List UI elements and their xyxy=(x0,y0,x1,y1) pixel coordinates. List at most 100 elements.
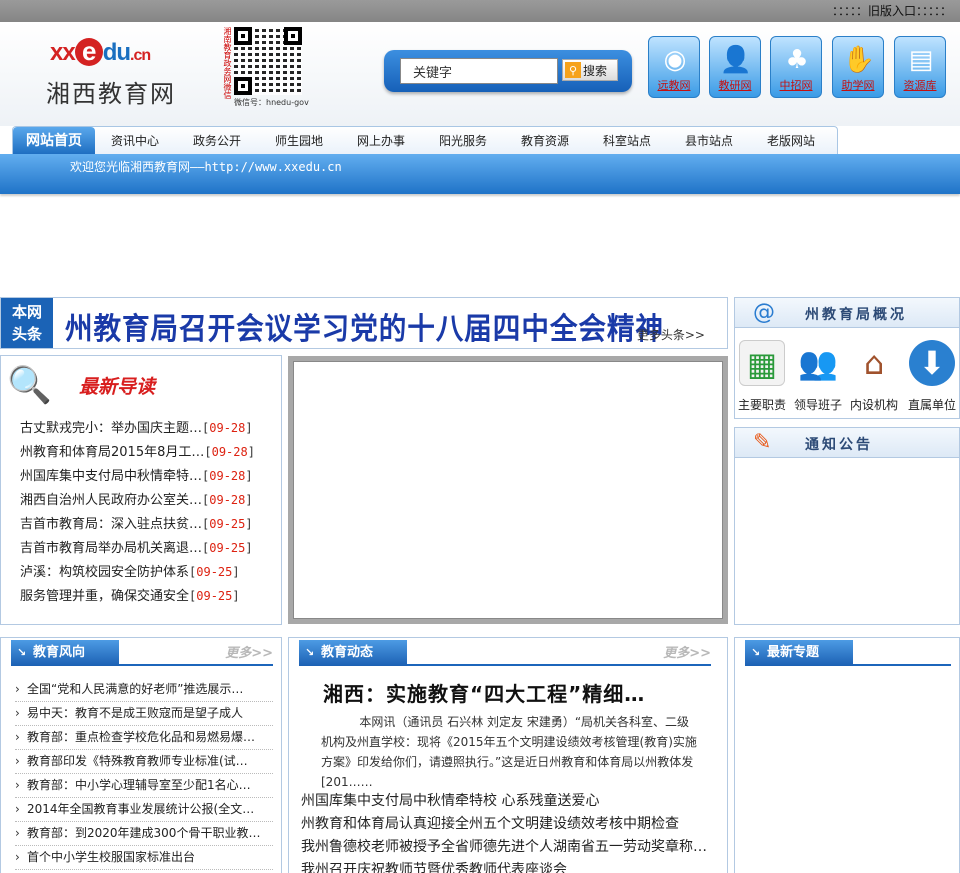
list-item[interactable]: 服务管理并重，确保交通安全09-25 xyxy=(20,584,255,608)
list-item[interactable]: 我州召开庆祝教师节暨优秀教师代表座谈会 xyxy=(301,859,707,873)
list-item[interactable]: 教育部印发《特殊教育教师专业标准(试… xyxy=(15,750,273,774)
item-text: 服务管理并重，确保交通安全 xyxy=(20,589,190,604)
headline-tag: 本网 头条 xyxy=(1,298,53,348)
list-item[interactable]: 全国“党和人民满意的好老师”推选展示… xyxy=(15,678,273,702)
helping-hand-icon: ✋ xyxy=(842,45,876,75)
bureau-departments[interactable]: ⌂ 内设机构 xyxy=(847,340,901,413)
more-headlines-link[interactable]: 更多头条>> xyxy=(637,326,705,343)
nav-news-center[interactable]: 资讯中心 xyxy=(99,127,171,155)
list-item[interactable]: 2014年全国教育事业发展统计公报(全文… xyxy=(15,798,273,822)
quick-link-enrollment[interactable]: ♣ 中招网 xyxy=(770,36,822,98)
bureau-leadership[interactable]: 👥 领导班子 xyxy=(791,340,845,413)
bureau-item-label: 领导班子 xyxy=(793,398,842,412)
house-icon: ⌂ xyxy=(863,344,885,382)
item-text: 吉首市教育局：深入驻点扶贫… xyxy=(20,517,203,532)
special-topics-tab[interactable]: 最新专题 xyxy=(745,640,853,666)
list-item[interactable]: 教育部：重点检查学校危化品和易燃易爆… xyxy=(15,726,273,750)
welcome-text: 欢迎您光临湘西教育网——http://www.xxedu.cn xyxy=(70,160,342,174)
list-item[interactable]: 州教育和体育局2015年8月工…09-28 xyxy=(20,440,255,464)
bureau-overview-header: @ 州教育局概况 xyxy=(735,298,959,328)
image-slideshow[interactable] xyxy=(288,356,728,624)
email-icon: @ xyxy=(753,300,775,325)
nav-gov-affairs[interactable]: 政务公开 xyxy=(181,127,253,155)
notice-title: 通知公告 xyxy=(805,437,873,453)
bureau-affiliates[interactable]: ⬇ 直属单位 xyxy=(905,340,959,413)
page: ：：：：：旧版入口：：：：： xx e du.cn 湘西教育网 湘南教育政务网微信 … xyxy=(0,0,960,873)
list-item[interactable]: 州国库集中支付局中秋情牵特…09-28 xyxy=(20,464,255,488)
qr-corner-icon xyxy=(234,27,252,45)
logo-e: e xyxy=(74,38,103,66)
quick-link-student-aid[interactable]: ✋ 助学网 xyxy=(832,36,884,98)
nav-county-sites[interactable]: 县市站点 xyxy=(673,127,745,155)
bureau-duties[interactable]: ▦ 主要职责 xyxy=(735,340,789,413)
bureau-item-label: 主要职责 xyxy=(737,398,786,412)
logo-xx: xx xyxy=(50,39,76,66)
quick-link-resources[interactable]: ▤ 资源库 xyxy=(894,36,946,98)
list-item[interactable]: 吉首市教育局：深入驻点扶贫…09-25 xyxy=(20,512,255,536)
old-version-link[interactable]: ：：：：：旧版入口：：：：： xyxy=(832,2,952,19)
latest-reading-panel: 🔍 最新导读 古丈默戎完小：举办国庆主题…09-28 州教育和体育局2015年8… xyxy=(0,355,282,625)
list-item[interactable]: 教育部：中小学心理辅导室至少配1名心… xyxy=(15,774,273,798)
edu-news-panel: 教育动态 更多>> 湘西：实施教育“四大工程”精细… 本网讯（通讯员 石兴林 刘… xyxy=(288,637,728,873)
nav-online-service[interactable]: 网上办事 xyxy=(345,127,417,155)
logo-cn: .cn xyxy=(130,47,151,64)
logo-domain: xx e du.cn xyxy=(50,38,151,67)
headline-bar: 本网 头条 州教育局召开会议学习党的十八届四中全会精神 更多头条>> xyxy=(0,297,728,349)
tree-icon: ♣ xyxy=(785,45,809,75)
nav-home[interactable]: 网站首页 xyxy=(13,127,95,155)
search-button[interactable]: ⚲ 搜索 xyxy=(562,59,618,81)
list-item[interactable]: 易中天：教育不是成王败寇而是望子成人 xyxy=(15,702,273,726)
download-icon: ⬇ xyxy=(909,340,955,386)
headline-tag-line: 本网 xyxy=(11,303,42,321)
people-icon: 👥 xyxy=(798,344,838,382)
item-date: 09-25 xyxy=(202,541,253,555)
item-text: 州教育和体育局2015年8月工… xyxy=(20,445,205,460)
logo-du: du xyxy=(102,39,131,66)
list-item[interactable]: 吉首市教育局举办局机关离退…09-25 xyxy=(20,536,255,560)
welcome-banner: 欢迎您光临湘西教育网——http://www.xxedu.cn xyxy=(0,154,960,194)
special-topics-header: 最新专题 xyxy=(745,638,951,666)
nav-sunshine-service[interactable]: 阳光服务 xyxy=(427,127,499,155)
list-item[interactable]: 州国库集中支付局中秋情牵特校 心系残童送爱心 xyxy=(301,790,707,813)
quick-link-label: 资源库 xyxy=(903,79,937,92)
edu-news-more-link[interactable]: 更多>> xyxy=(663,642,711,661)
list-item[interactable]: 泸溪：构筑校园安全防护体系09-25 xyxy=(20,560,255,584)
quick-link-remote-edu[interactable]: ◉ 远教网 xyxy=(648,36,700,98)
item-text: 泸溪：构筑校园安全防护体系 xyxy=(20,565,190,580)
qr-corner-icon xyxy=(284,27,302,45)
nav-teacher-student[interactable]: 师生园地 xyxy=(263,127,335,155)
nav-dept-sites[interactable]: 科室站点 xyxy=(591,127,663,155)
bureau-overview-panel: @ 州教育局概况 ▦ 主要职责 👥 领导班子 ⌂ 内设机构 ⬇ 直属单位 xyxy=(734,297,960,419)
edu-news-tab[interactable]: 教育动态 xyxy=(299,640,407,666)
list-item[interactable]: 古丈默戎完小：举办国庆主题…09-28 xyxy=(20,416,255,440)
edu-trend-tab[interactable]: 教育风向 xyxy=(11,640,119,666)
edu-trend-more-link[interactable]: 更多>> xyxy=(225,642,273,661)
item-date: 09-28 xyxy=(204,445,255,459)
notepad-icon: ✎ xyxy=(753,430,772,455)
header: xxedu.cn 湘西教育网 湘南教育政务网微信 微信号：hnedu-gov ⚲… xyxy=(0,22,960,126)
site-logo[interactable]: xx e du.cn 湘西教育网 xyxy=(44,34,194,108)
list-item[interactable]: 州教育和体育局认真迎接全州五个文明建设绩效考核中期检查 xyxy=(301,813,707,836)
search-box: ⚲ 搜索 xyxy=(384,50,632,92)
search-input[interactable] xyxy=(400,58,558,84)
list-item[interactable]: 我州鲁德校老师被授予全省师德先进个人湖南省五一劳动奖章称… xyxy=(301,836,707,859)
nav-old-site[interactable]: 老版网站 xyxy=(755,127,827,155)
disc-icon: ◉ xyxy=(663,45,687,75)
item-date: 09-25 xyxy=(189,565,240,579)
quick-link-label: 中招网 xyxy=(779,79,813,92)
quick-link-label: 助学网 xyxy=(841,79,875,92)
item-text: 湘西自治州人民政府办公室关… xyxy=(20,493,203,508)
quick-link-teaching-research[interactable]: 👤 教研网 xyxy=(709,36,761,98)
item-date: 09-25 xyxy=(189,589,240,603)
bureau-item-label: 内设机构 xyxy=(849,398,898,412)
edu-news-header: 教育动态 更多>> xyxy=(299,638,711,666)
item-date: 09-28 xyxy=(202,421,253,435)
lead-news-title[interactable]: 湘西：实施教育“四大工程”精细… xyxy=(323,678,645,707)
nav-edu-resources[interactable]: 教育资源 xyxy=(509,127,581,155)
notice-header: ✎ 通知公告 xyxy=(735,428,959,458)
list-item[interactable]: 教育部：到2020年建成300个骨干职业教… xyxy=(15,822,273,846)
search-icon: ⚲ xyxy=(565,62,581,78)
list-item[interactable]: 首个中小学生校服国家标准出台 xyxy=(15,846,273,870)
headline-title[interactable]: 州教育局召开会议学习党的十八届四中全会精神 xyxy=(65,304,664,348)
list-item[interactable]: 湘西自治州人民政府办公室关…09-28 xyxy=(20,488,255,512)
